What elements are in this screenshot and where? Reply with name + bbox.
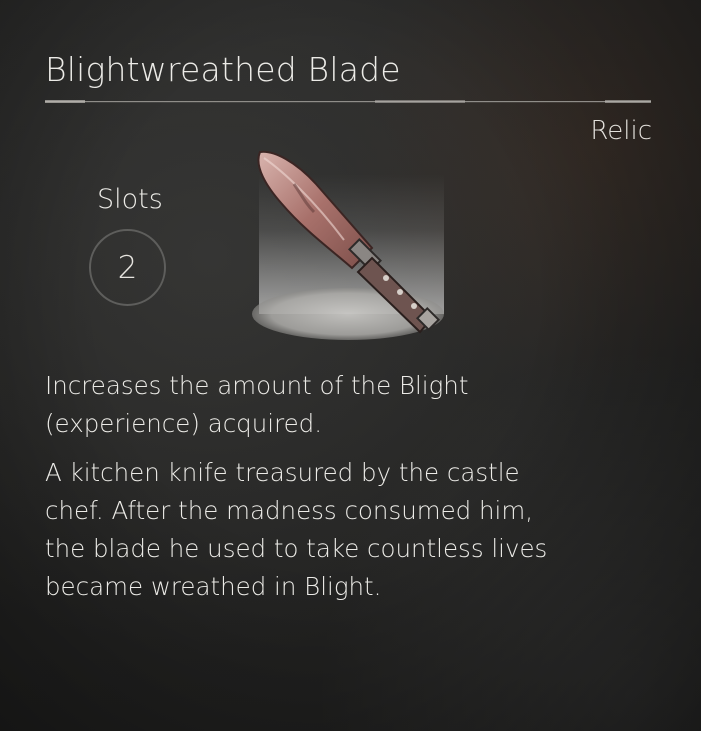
item-description-text: A kitchen knife treasured by the castle …: [45, 458, 548, 601]
item-category: Relic: [590, 116, 652, 146]
slots-value: 2: [117, 249, 138, 286]
slots-badge: 2: [89, 229, 166, 306]
title-divider: [45, 100, 651, 103]
item-detail-panel: Blightwreathed Blade Relic Slots 2 Incre…: [0, 0, 701, 731]
background-vignette: [0, 0, 701, 731]
item-effect-text: Increases the amount of the Blight (expe…: [45, 371, 469, 438]
knife-icon: [252, 150, 444, 340]
slots-label: Slots: [97, 184, 163, 215]
item-title: Blightwreathed Blade: [45, 50, 401, 89]
